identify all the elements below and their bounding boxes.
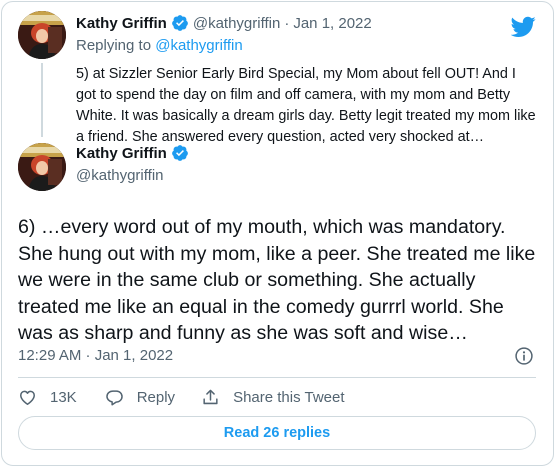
- share-button[interactable]: Share this Tweet: [201, 388, 345, 407]
- verified-badge-icon: [171, 15, 188, 31]
- tweet-date[interactable]: Jan 1, 2022: [293, 15, 371, 32]
- info-icon[interactable]: [514, 346, 534, 366]
- parent-tweet-header: Kathy Griffin @kathygriffin · Jan 1, 202…: [76, 13, 372, 33]
- share-label: Share this Tweet: [233, 388, 345, 406]
- avatar-image: [18, 11, 66, 59]
- like-button[interactable]: 13K: [18, 388, 77, 407]
- reply-label: Reply: [136, 388, 176, 406]
- thread-connector-line: [41, 63, 43, 137]
- speech-bubble-icon: [105, 389, 123, 405]
- replying-prefix: Replying to: [76, 37, 152, 54]
- avatar-image: [18, 143, 66, 191]
- reply-button[interactable]: Reply: [105, 388, 175, 407]
- author-name[interactable]: Kathy Griffin: [76, 145, 167, 162]
- tweet-timestamp[interactable]: 12:29 AM · Jan 1, 2022: [18, 347, 173, 364]
- author-name[interactable]: Kathy Griffin: [76, 15, 167, 32]
- avatar[interactable]: [18, 11, 66, 59]
- like-count: 13K: [50, 388, 77, 406]
- avatar[interactable]: [18, 143, 66, 191]
- replying-mention-link[interactable]: @kathygriffin: [155, 37, 243, 54]
- replying-to: Replying to @kathygriffin: [76, 37, 243, 54]
- share-icon: [203, 389, 218, 404]
- divider: [18, 377, 536, 378]
- read-replies-button[interactable]: Read 26 replies: [18, 416, 536, 450]
- author-handle[interactable]: @kathygriffin: [76, 167, 164, 184]
- main-tweet-author: Kathy Griffin: [76, 143, 193, 163]
- parent-tweet-text[interactable]: 5) at Sizzler Senior Early Bird Special,…: [76, 64, 538, 148]
- separator-dot: ·: [284, 14, 290, 32]
- action-bar: 13K Reply Share this Tweet: [18, 386, 345, 408]
- heart-icon: [20, 390, 35, 405]
- twitter-bird-icon[interactable]: [511, 16, 536, 38]
- verified-badge-icon: [171, 145, 188, 161]
- author-handle[interactable]: @kathygriffin: [193, 15, 281, 32]
- main-tweet-text: 6) …every word out of my mouth, which wa…: [18, 216, 536, 344]
